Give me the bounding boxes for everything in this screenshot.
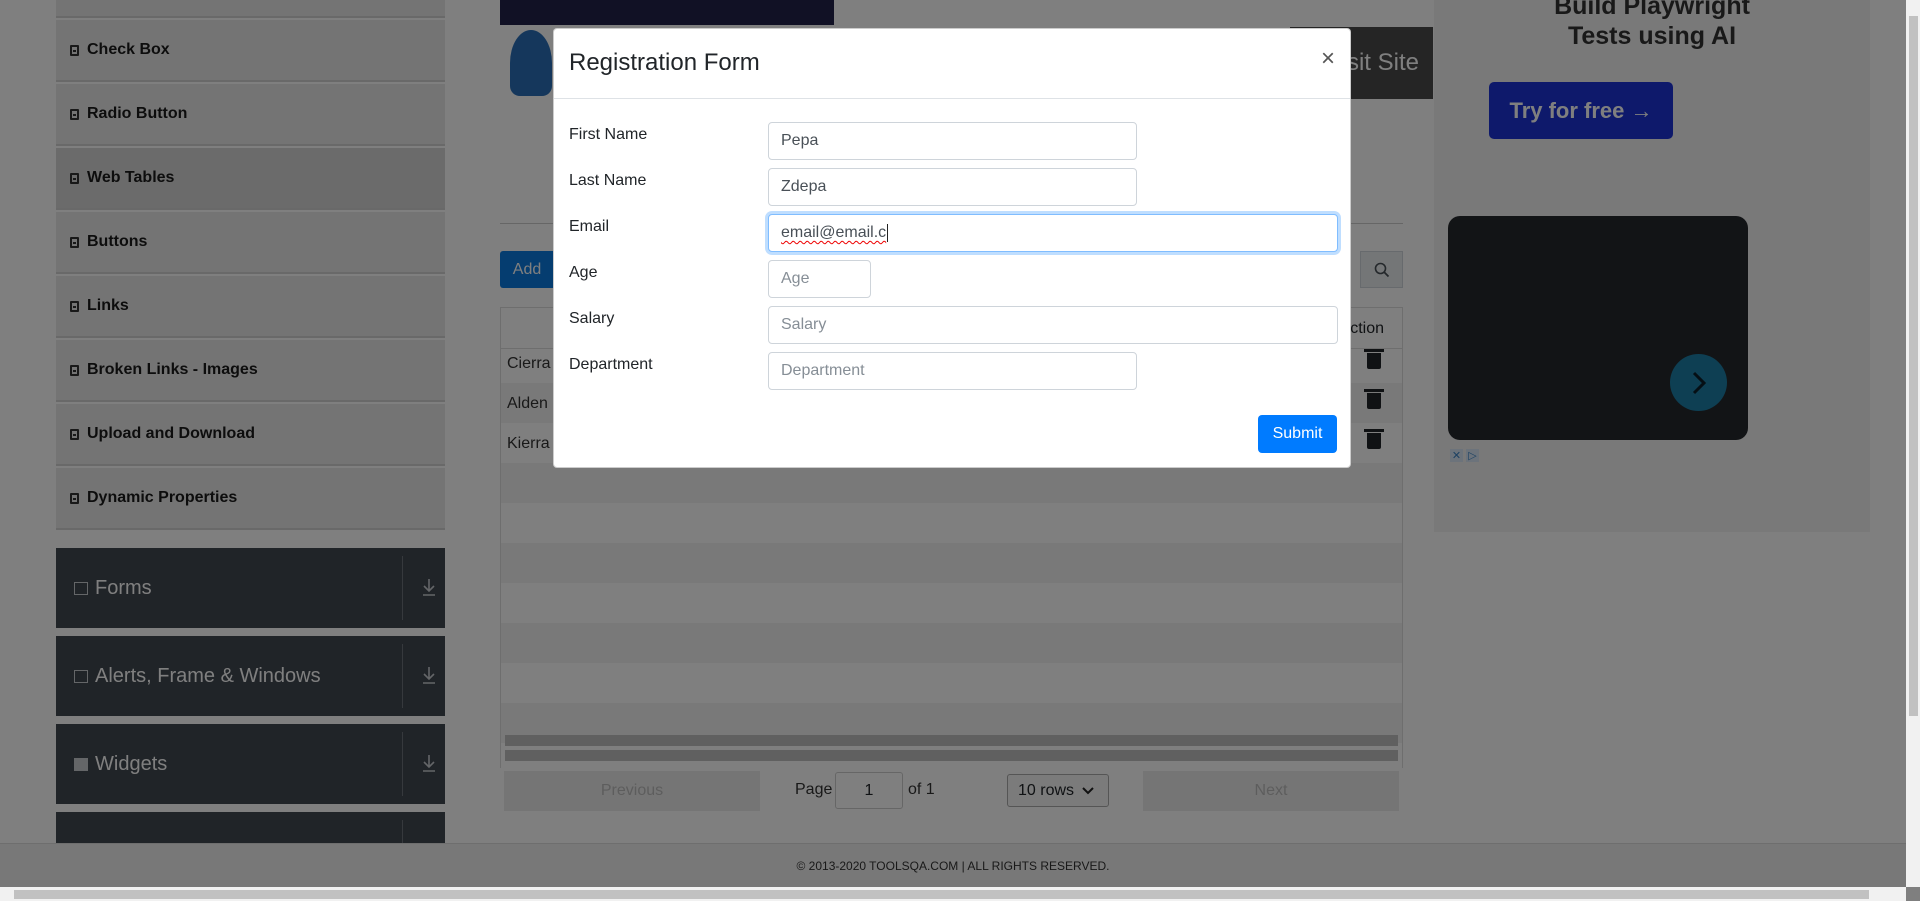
age-label: Age [569, 264, 598, 281]
page-vertical-scrollbar[interactable] [1906, 0, 1920, 887]
submit-label: Submit [1272, 425, 1323, 442]
first-name-input[interactable]: Pepa [768, 122, 1137, 160]
email-value: email@email.c [781, 224, 887, 241]
close-icon[interactable]: × [1321, 47, 1335, 71]
modal-header: Registration Form × [554, 29, 1350, 99]
first-name-value: Pepa [781, 132, 819, 149]
salary-input[interactable]: Salary [768, 306, 1338, 344]
last-name-label: Last Name [569, 172, 647, 189]
registration-modal: Registration Form × First Name Pepa Last… [553, 28, 1351, 468]
scrollbar-thumb[interactable] [14, 890, 1869, 899]
age-placeholder: Age [781, 270, 810, 287]
submit-button[interactable]: Submit [1258, 415, 1337, 453]
department-placeholder: Department [781, 362, 865, 379]
modal-title: Registration Form [569, 49, 760, 76]
age-input[interactable]: Age [768, 260, 871, 298]
department-label: Department [569, 356, 653, 373]
last-name-value: Zdepa [781, 178, 827, 195]
email-input[interactable]: email@email.c [768, 214, 1338, 252]
email-label: Email [569, 218, 610, 235]
first-name-label: First Name [569, 126, 648, 143]
salary-label: Salary [569, 310, 615, 327]
scrollbar-thumb[interactable] [1909, 16, 1918, 716]
department-input[interactable]: Department [768, 352, 1137, 390]
last-name-input[interactable]: Zdepa [768, 168, 1137, 206]
salary-placeholder: Salary [781, 316, 827, 333]
page-horizontal-scrollbar[interactable] [0, 887, 1906, 901]
text-cursor [887, 224, 889, 242]
